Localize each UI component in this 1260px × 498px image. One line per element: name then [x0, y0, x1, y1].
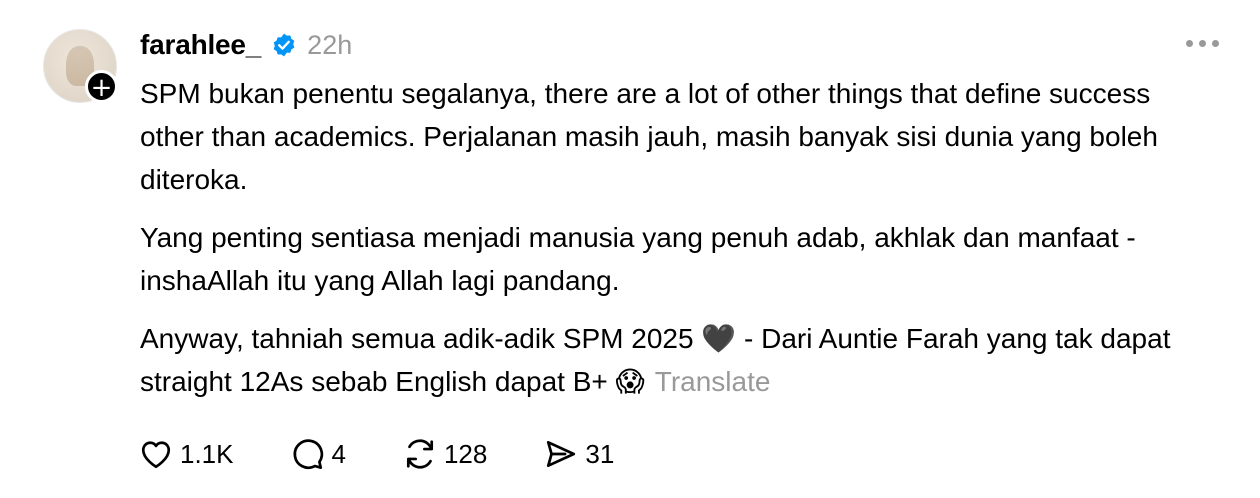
reply-button[interactable]: 4 — [290, 436, 346, 472]
heart-icon — [141, 441, 171, 469]
repost-icon — [406, 439, 434, 469]
dot — [1212, 40, 1219, 47]
username[interactable]: farahlee_ — [140, 29, 261, 61]
send-icon — [547, 440, 576, 468]
post-paragraph: Yang penting sentiasa menjadi manusia ya… — [140, 222, 1136, 296]
repost-count: 128 — [443, 438, 488, 469]
post-paragraph: SPM bukan penentu segalanya, there are a… — [140, 78, 1158, 195]
repost-button[interactable]: 128 — [402, 436, 487, 472]
share-count: 31 — [585, 438, 615, 469]
translate-link[interactable]: Translate — [655, 366, 771, 397]
post-timestamp: 22h — [307, 29, 353, 60]
post-paragraph-last: Anyway, tahniah semua adik-adik SPM 2025… — [140, 317, 1220, 403]
screaming-face-emoji: 😱 — [615, 365, 645, 398]
more-options-icon[interactable] — [1186, 40, 1226, 50]
post-header: farahlee_ 22h — [140, 28, 352, 62]
avatar-container[interactable]: + — [43, 29, 119, 105]
follow-plus-icon[interactable]: + — [85, 70, 118, 103]
comment-icon — [293, 439, 323, 470]
post-actions: 1.1K 4 128 31 — [138, 436, 670, 472]
reply-count: 4 — [331, 438, 346, 469]
thread-post: + farahlee_ 22h SPM bukan penentu segala… — [0, 0, 1260, 498]
black-heart-emoji: 🖤 — [701, 322, 737, 355]
verified-badge-icon — [273, 33, 295, 57]
dot — [1186, 40, 1193, 47]
share-button[interactable]: 31 — [543, 436, 614, 472]
dot — [1199, 40, 1206, 47]
post-body: SPM bukan penentu segalanya, there are a… — [140, 72, 1220, 418]
paragraph-text: Anyway, tahniah semua adik-adik SPM 2025 — [140, 323, 694, 354]
like-button[interactable]: 1.1K — [138, 436, 234, 472]
like-count: 1.1K — [180, 438, 234, 469]
